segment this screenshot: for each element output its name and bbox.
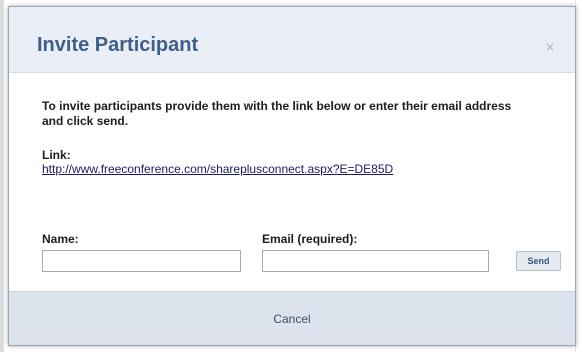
page-backdrop (0, 0, 4, 352)
page-backdrop-right (575, 0, 584, 352)
dialog-title: Invite Participant (37, 34, 199, 56)
invite-participant-dialog: Invite Participant × To invite participa… (8, 6, 576, 346)
name-label: Name: (42, 232, 79, 246)
cancel-button[interactable]: Cancel (9, 292, 575, 345)
dialog-footer: Cancel (9, 291, 575, 345)
name-input[interactable] (42, 250, 241, 272)
email-label: Email (required): (262, 232, 358, 246)
link-label: Link: (42, 148, 71, 162)
invite-link[interactable]: http://www.freeconference.com/shareplusc… (42, 162, 393, 176)
email-input[interactable] (262, 250, 489, 272)
close-icon[interactable]: × (545, 41, 555, 53)
dialog-header: Invite Participant × (9, 7, 575, 73)
instructions-text: To invite participants provide them with… (42, 99, 512, 128)
send-button[interactable]: Send (516, 251, 561, 271)
